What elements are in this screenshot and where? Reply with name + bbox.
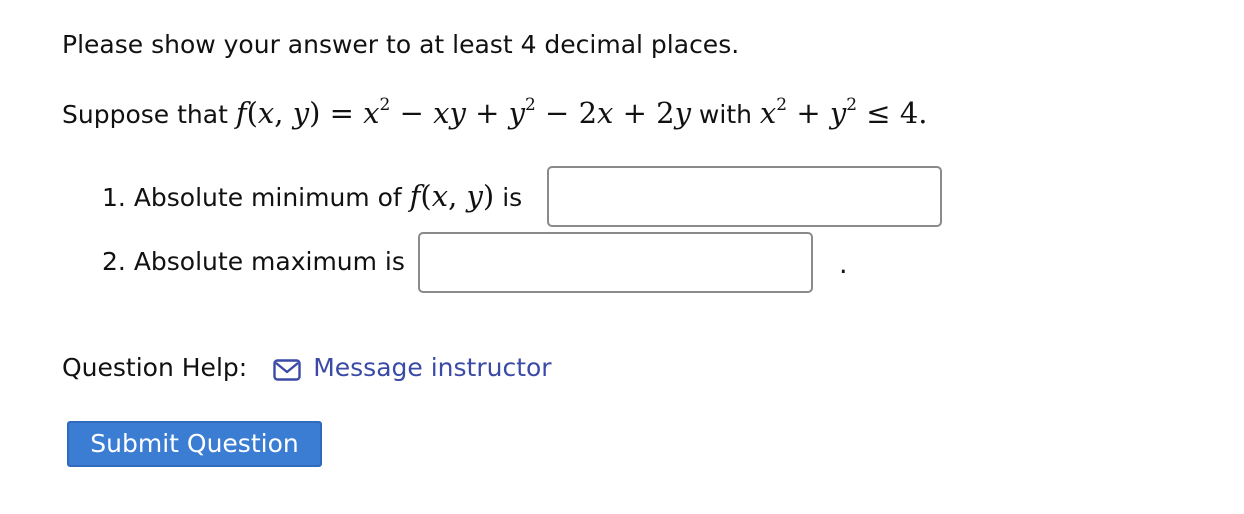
envelope-icon[interactable] bbox=[273, 357, 301, 381]
question-2-text: Absolute maximum is bbox=[133, 247, 405, 276]
instructions: Please show your answer to at least 4 de… bbox=[62, 30, 740, 59]
question-1-label: 1. Absolute minimum of f(x, y) is bbox=[102, 180, 522, 214]
message-instructor-link[interactable]: Message instructor bbox=[313, 352, 551, 384]
with-word: with bbox=[698, 100, 752, 129]
question-help: Question Help: Message instructor bbox=[62, 352, 552, 384]
question-1-number: 1. bbox=[102, 183, 126, 212]
question-2-number: 2. bbox=[102, 247, 126, 276]
question-2-period: . bbox=[839, 249, 848, 280]
function-definition: f(x, y) = x2 − xy + y2 − 2x + 2y bbox=[235, 95, 691, 130]
question-help-label: Question Help: bbox=[62, 353, 248, 382]
problem-statement: Suppose that f(x, y) = x2 − xy + y2 − 2x… bbox=[62, 95, 927, 133]
problem-prefix: Suppose that bbox=[62, 100, 228, 129]
question-2-label: 2. Absolute maximum is bbox=[102, 246, 405, 278]
question-1-text: Absolute minimum of bbox=[133, 183, 402, 212]
absolute-minimum-input[interactable] bbox=[547, 166, 942, 227]
absolute-maximum-input[interactable] bbox=[418, 232, 813, 293]
question-1-function: f(x, y) bbox=[409, 179, 495, 213]
question-1-is: is bbox=[502, 183, 523, 212]
constraint: x2 + y2 ≤ 4. bbox=[759, 95, 928, 130]
submit-question-button[interactable]: Submit Question bbox=[67, 421, 322, 467]
